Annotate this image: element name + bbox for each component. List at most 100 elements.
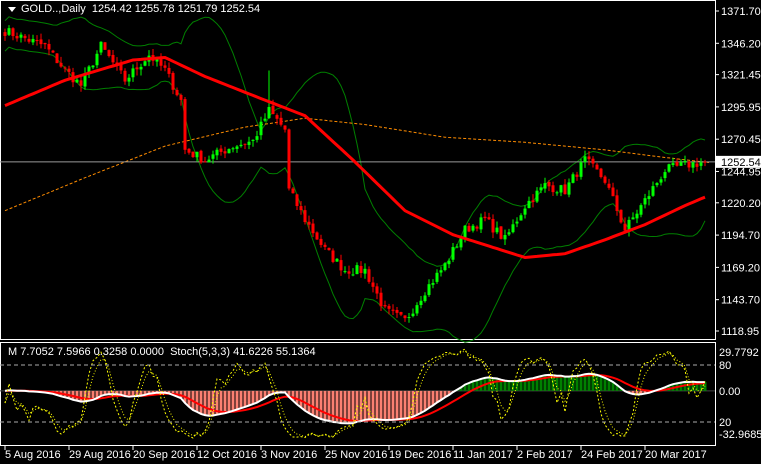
price-tick-label: 1270.45: [721, 134, 761, 146]
candle: [451, 242, 455, 263]
candle: [703, 159, 707, 167]
candle-body: [303, 210, 307, 223]
candle: [567, 178, 571, 198]
candle: [431, 279, 435, 289]
date-tick-label: 25 Nov 2016: [325, 449, 387, 461]
histogram-bar: [391, 390, 395, 420]
candle-body: [427, 284, 431, 295]
date-tick-label: 20 Mar 2017: [645, 449, 707, 461]
candle: [595, 162, 599, 170]
histogram-bar: [227, 390, 231, 413]
candle-body: [187, 148, 191, 153]
date-tick-label: 5 Aug 2016: [5, 449, 61, 461]
candle-body: [163, 65, 167, 68]
candle: [423, 292, 427, 303]
candle-body: [135, 67, 139, 70]
price-tick-label: 1169.20: [721, 262, 760, 274]
candle: [139, 63, 143, 76]
candle-body: [199, 150, 203, 163]
candle-body: [483, 216, 487, 219]
candle-body: [575, 174, 579, 177]
candle-body: [531, 200, 535, 203]
candle: [23, 33, 27, 42]
candle: [639, 203, 643, 218]
candle-body: [507, 232, 511, 235]
candle: [375, 283, 379, 300]
histogram-bar: [407, 390, 411, 418]
candle: [631, 212, 635, 220]
candle-body: [307, 221, 311, 225]
histogram-bar: [395, 390, 399, 420]
candle: [235, 145, 239, 153]
candle-body: [19, 34, 23, 38]
candle: [43, 42, 47, 50]
histogram-bar: [239, 390, 243, 409]
candle-body: [511, 224, 515, 233]
candle: [543, 177, 547, 193]
candle: [259, 116, 263, 140]
histogram-bar: [327, 390, 331, 421]
histogram-bar: [423, 390, 427, 411]
candle-body: [435, 272, 439, 282]
candle-body: [39, 39, 43, 45]
histogram-bar: [303, 390, 307, 411]
histogram-bar: [315, 390, 319, 418]
candle: [159, 53, 163, 71]
histogram-bar: [207, 390, 211, 416]
candle-body: [419, 300, 423, 306]
histogram-bar: [567, 376, 571, 391]
histogram-bar: [347, 390, 351, 424]
candle: [435, 269, 439, 284]
price-tick-label: 1118.95: [721, 326, 759, 338]
histogram-bar: [375, 390, 379, 420]
candle: [603, 175, 607, 185]
candle-body: [299, 206, 303, 211]
histogram-bar: [331, 390, 335, 423]
candle: [459, 237, 463, 251]
candle-body: [291, 188, 295, 194]
candle-body: [635, 213, 639, 219]
candle: [491, 214, 495, 239]
candle: [687, 161, 691, 172]
current-price-label: 1252.54: [721, 157, 761, 169]
candle-body: [567, 182, 571, 195]
candle: [335, 258, 339, 262]
candle: [307, 215, 311, 230]
candle-body: [399, 312, 403, 315]
histogram-bar: [427, 390, 431, 408]
candle-body: [219, 148, 223, 152]
candle-body: [459, 238, 463, 248]
candle: [479, 213, 483, 234]
candle-body: [491, 218, 495, 233]
candle-body: [131, 68, 135, 78]
candle-body: [63, 67, 67, 69]
price-tick-label: 1371.70: [721, 6, 761, 18]
candle: [227, 148, 231, 154]
candle-body: [259, 121, 263, 136]
candle: [383, 300, 387, 309]
candle: [223, 146, 227, 159]
candle-body: [687, 161, 691, 168]
indicator-tick-label: -32.9685: [719, 429, 761, 441]
candle: [199, 149, 203, 164]
candle-body: [607, 183, 611, 188]
candle: [239, 139, 243, 148]
candle: [279, 111, 283, 127]
price-tick-label: 1321.45: [721, 70, 761, 82]
candle: [683, 155, 687, 165]
price-chart[interactable]: 1371.701346.201321.451295.951270.451244.…: [0, 0, 761, 464]
candle-body: [667, 164, 671, 172]
candle-body: [27, 38, 31, 42]
candle-body: [423, 295, 427, 302]
histogram-bar: [559, 375, 563, 391]
candle: [519, 213, 523, 221]
candle: [555, 190, 559, 196]
candle: [19, 32, 23, 43]
candle-body: [335, 258, 339, 262]
histogram-bar: [519, 380, 523, 391]
candle-body: [231, 148, 235, 150]
candle: [655, 182, 659, 188]
candle: [591, 156, 595, 168]
candle: [243, 143, 247, 150]
date-tick-label: 29 Aug 2016: [69, 449, 131, 461]
